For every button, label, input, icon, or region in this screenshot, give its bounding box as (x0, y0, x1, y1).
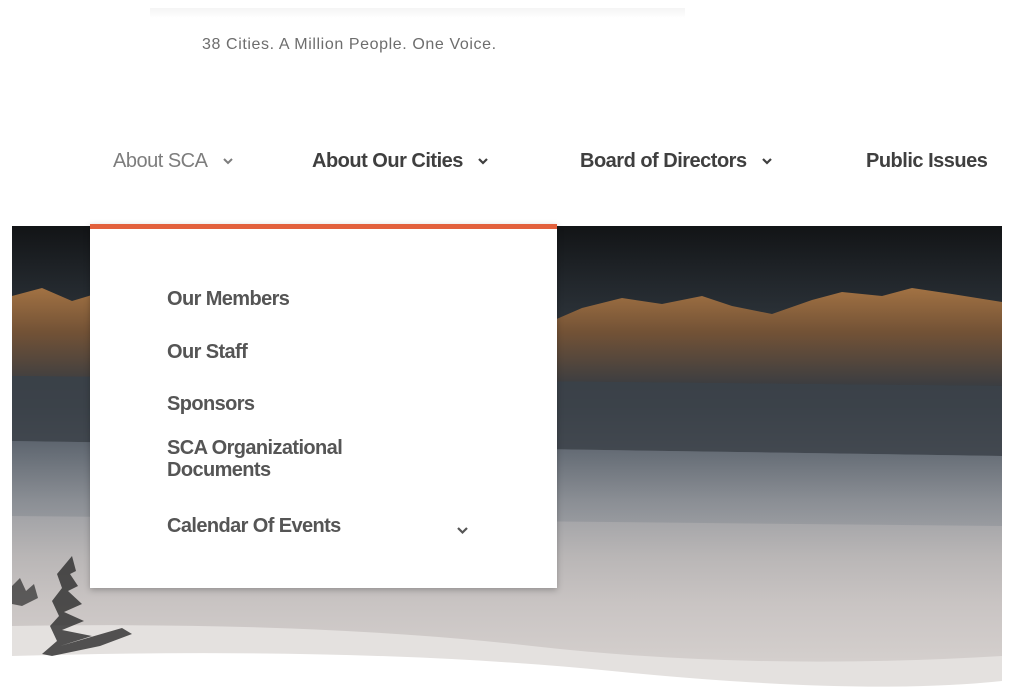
nav-item-label: About SCA (113, 149, 208, 172)
about-sca-dropdown-menu: Our Members Our Staff Sponsors SCA Organ… (90, 224, 557, 588)
nav-item-label: About Our Cities (312, 149, 463, 172)
nav-item-label: Public Issues (866, 149, 988, 172)
menu-item-our-members[interactable]: Our Members (167, 288, 290, 310)
menu-item-our-staff[interactable]: Our Staff (167, 341, 248, 363)
menu-item-calendar-of-events[interactable]: Calendar Of Events (167, 515, 341, 537)
chevron-down-icon (761, 155, 773, 167)
chevron-down-icon (222, 155, 234, 167)
menu-item-sponsors[interactable]: Sponsors (167, 393, 255, 415)
nav-item-label: Board of Directors (580, 149, 747, 172)
logo-area (150, 8, 685, 18)
nav-item-about-our-cities[interactable]: About Our Cities (312, 140, 489, 180)
nav-item-public-issues[interactable]: Public Issues (866, 140, 988, 180)
site-tagline: 38 Cities. A Million People. One Voice. (202, 36, 497, 53)
chevron-down-icon (477, 155, 489, 167)
menu-item-sca-organizational-documents[interactable]: SCA Organizational Documents (167, 437, 407, 481)
nav-item-board-of-directors[interactable]: Board of Directors (580, 140, 773, 180)
nav-item-about-sca[interactable]: About SCA (113, 140, 234, 180)
main-navigation: About SCA About Our Cities Board of Dire… (0, 140, 1009, 180)
chevron-down-icon[interactable] (456, 524, 469, 537)
